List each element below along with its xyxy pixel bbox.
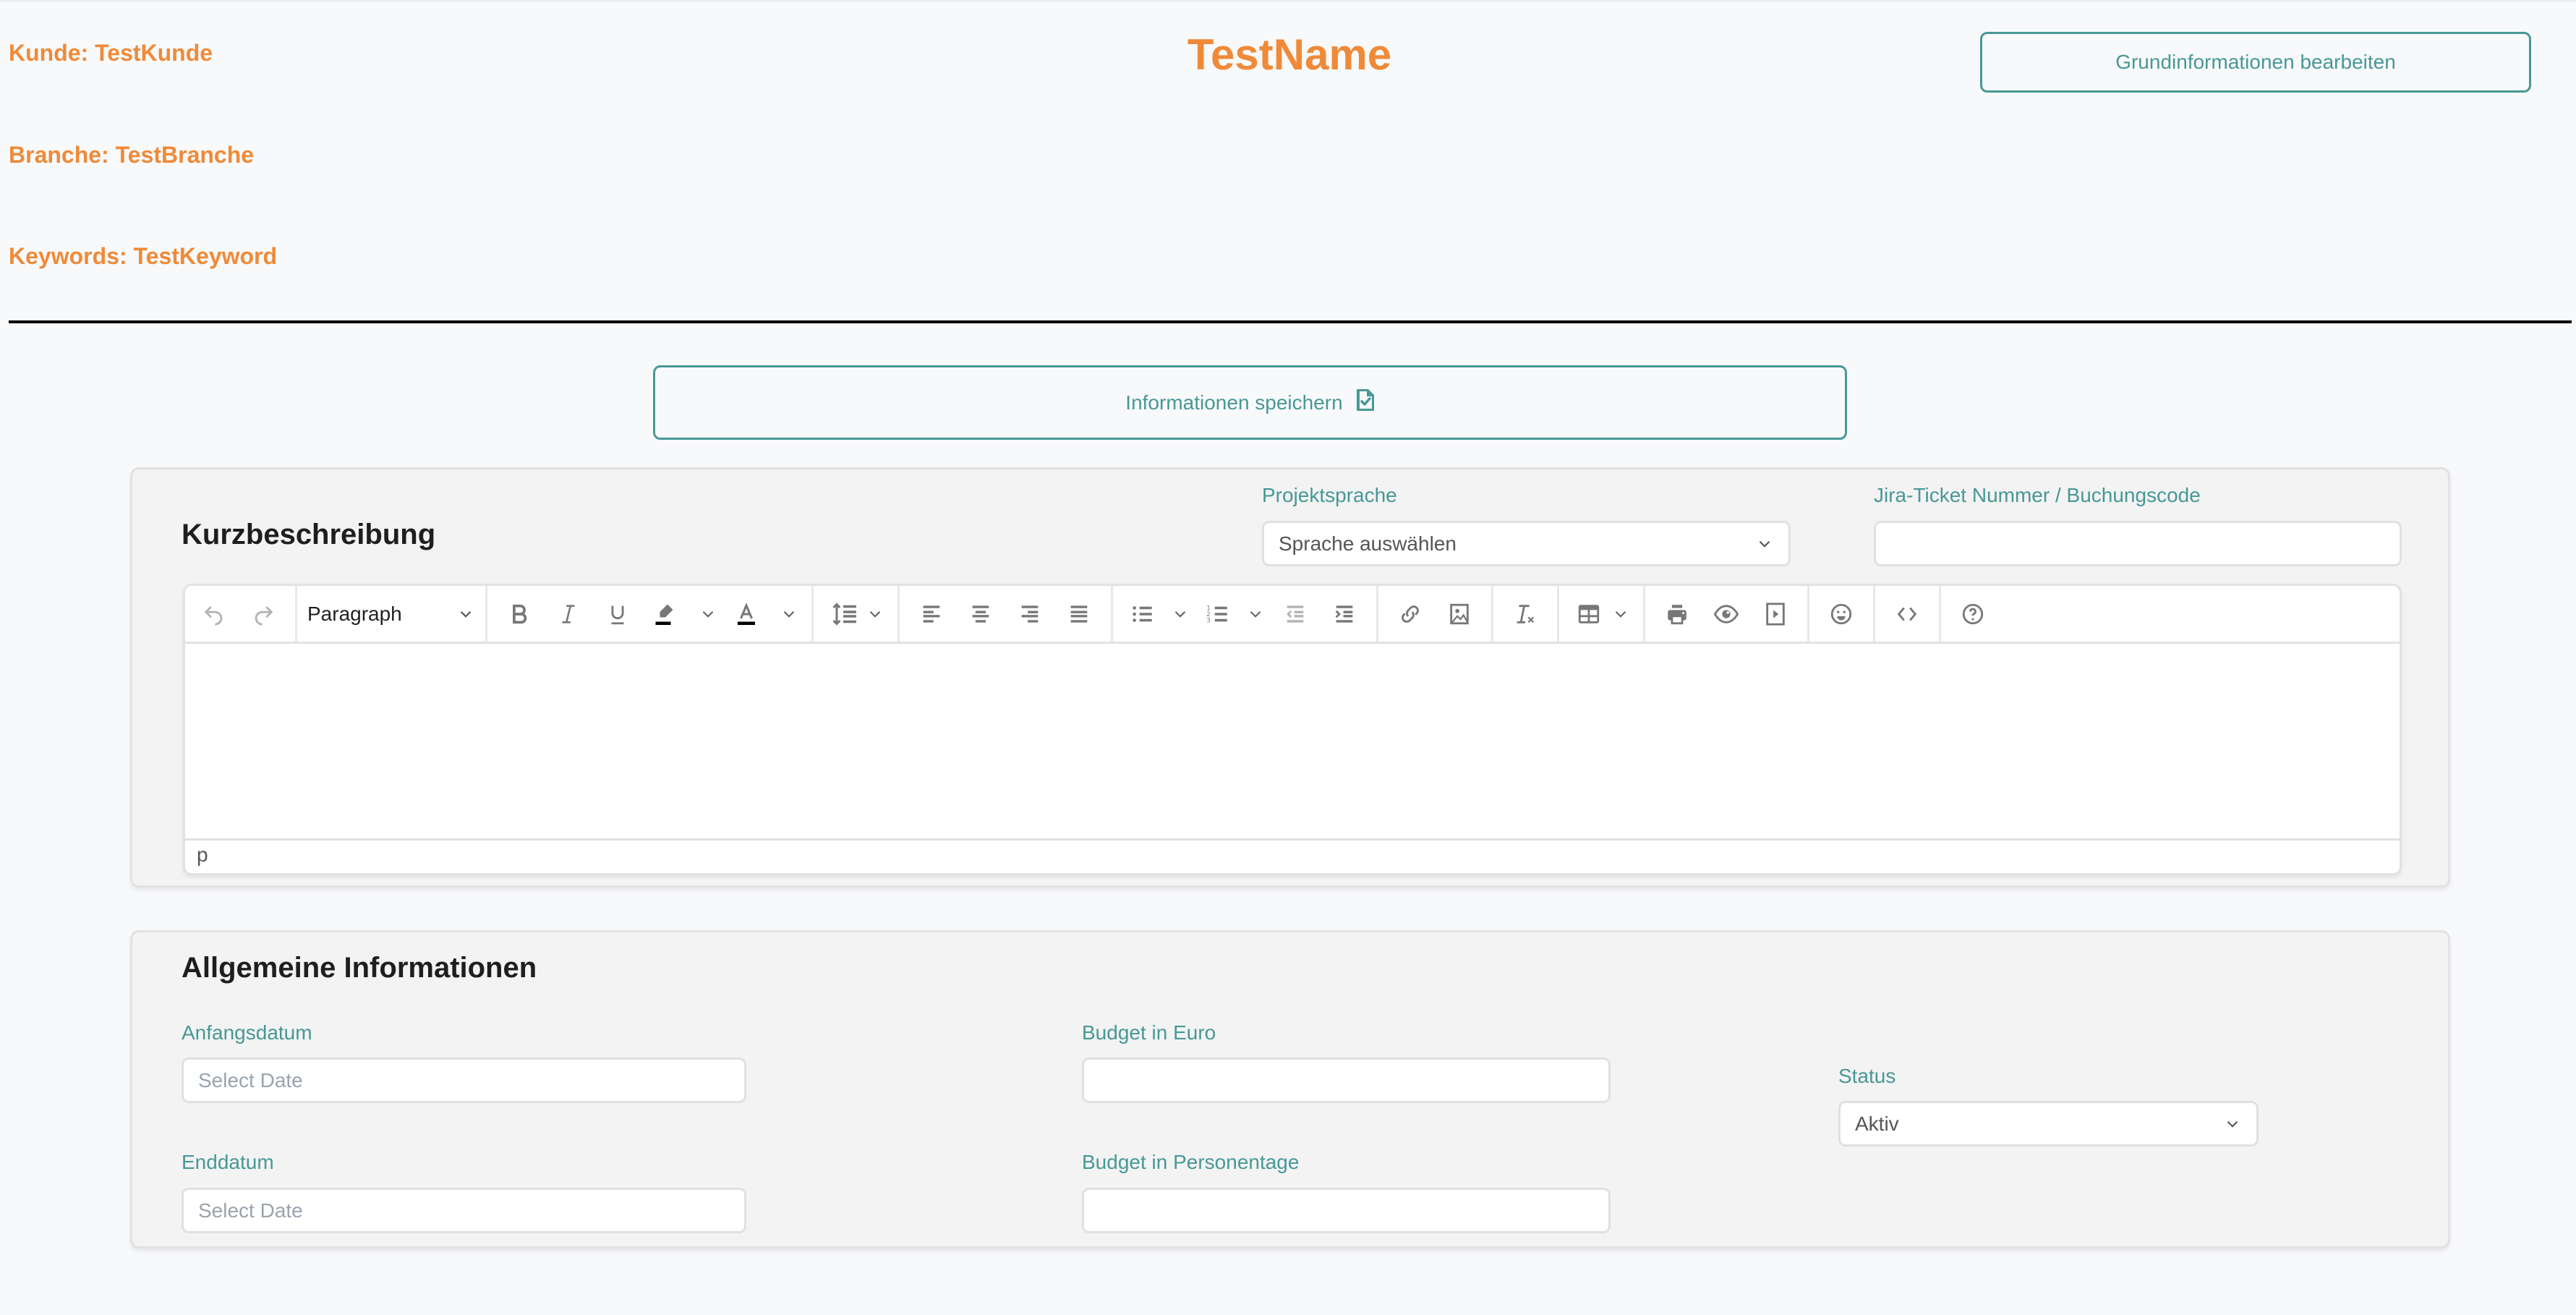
bullet-list-icon bbox=[1133, 605, 1152, 622]
save-info-button[interactable]: Informationen speichern bbox=[653, 365, 1847, 440]
svg-text:3: 3 bbox=[1206, 617, 1210, 624]
indent-icon[interactable] bbox=[1320, 591, 1369, 637]
table-icon bbox=[1578, 604, 1600, 624]
align-justify-icon[interactable] bbox=[1054, 591, 1104, 637]
start-date-label: Anfangsdatum bbox=[182, 1021, 312, 1044]
end-date-input[interactable] bbox=[182, 1188, 746, 1233]
chevron-down-icon bbox=[1615, 610, 1626, 618]
align-center-icon[interactable] bbox=[956, 591, 1005, 637]
chevron-down-icon bbox=[1759, 540, 1770, 548]
short-description-title: Kurzbeschreibung bbox=[182, 519, 436, 550]
budget-euro-input[interactable] bbox=[1082, 1057, 1611, 1103]
undo-icon[interactable] bbox=[189, 591, 239, 637]
end-date-label: Enddatum bbox=[182, 1151, 274, 1173]
link-icon[interactable] bbox=[1386, 591, 1435, 637]
block-format-select[interactable]: Paragraph bbox=[297, 591, 485, 637]
chevron-down-icon bbox=[783, 610, 795, 618]
general-info-card: Allgemeine Informationen Anfangsdatum En… bbox=[130, 930, 2450, 1248]
highlight-color-button[interactable] bbox=[642, 591, 723, 637]
file-check-icon bbox=[1356, 388, 1375, 417]
chevron-down-icon bbox=[1250, 610, 1261, 618]
numbered-list-button[interactable]: 123 bbox=[1195, 591, 1271, 637]
chevron-down-icon bbox=[460, 610, 472, 618]
budget-days-label: Budget in Personentage bbox=[1082, 1151, 1300, 1173]
source-code-icon[interactable] bbox=[1882, 591, 1932, 637]
outdent-icon[interactable] bbox=[1271, 591, 1320, 637]
keywords-label: Keywords: TestKeyword bbox=[9, 243, 278, 269]
save-info-label: Informationen speichern bbox=[1125, 391, 1343, 414]
chevron-down-icon bbox=[2227, 1120, 2238, 1128]
editor-toolbar: Paragraph 1 2 3 bbox=[185, 586, 2400, 644]
status-label: Status bbox=[1838, 1065, 1896, 1087]
bullet-list-button[interactable] bbox=[1120, 591, 1195, 637]
numbered-list-icon: 123 bbox=[1206, 605, 1227, 624]
start-date-input[interactable] bbox=[182, 1057, 746, 1103]
editor-statusbar: p bbox=[185, 838, 2400, 873]
media-icon[interactable] bbox=[1751, 591, 1800, 637]
clear-formatting-icon[interactable] bbox=[1501, 591, 1550, 637]
text-color-icon bbox=[738, 602, 755, 625]
emoji-icon[interactable] bbox=[1817, 591, 1866, 637]
chevron-down-icon bbox=[869, 610, 881, 618]
budget-days-input[interactable] bbox=[1082, 1188, 1611, 1233]
print-icon[interactable] bbox=[1652, 591, 1702, 637]
industry-label: Branche: TestBranche bbox=[9, 142, 255, 168]
project-language-select[interactable]: Sprache auswählen bbox=[1262, 521, 1791, 566]
header-divider bbox=[9, 320, 2572, 323]
italic-icon[interactable] bbox=[544, 591, 593, 637]
element-path[interactable]: p bbox=[197, 843, 208, 866]
highlight-color-icon bbox=[655, 604, 673, 625]
bold-icon[interactable] bbox=[495, 591, 544, 637]
line-height-icon bbox=[832, 602, 856, 626]
general-info-title: Allgemeine Informationen bbox=[182, 952, 537, 984]
block-format-value: Paragraph bbox=[307, 602, 402, 625]
text-color-button[interactable] bbox=[723, 591, 804, 637]
align-left-icon[interactable] bbox=[907, 591, 956, 637]
chevron-down-icon bbox=[1174, 610, 1186, 618]
editor-content-area[interactable] bbox=[185, 644, 2400, 838]
edit-basic-info-button[interactable]: Grundinformationen bearbeiten bbox=[1980, 32, 2531, 93]
line-height-button[interactable] bbox=[821, 591, 890, 637]
chevron-down-icon bbox=[702, 610, 714, 618]
status-value: Aktiv bbox=[1855, 1112, 1899, 1135]
project-language-value: Sprache auswählen bbox=[1279, 532, 1457, 555]
status-select[interactable]: Aktiv bbox=[1838, 1101, 2259, 1146]
edit-basic-info-label: Grundinformationen bearbeiten bbox=[2115, 51, 2396, 73]
project-language-label: Projektsprache bbox=[1262, 484, 1397, 506]
rich-text-editor: Paragraph 1 2 3 p bbox=[183, 584, 2402, 875]
preview-icon[interactable] bbox=[1702, 591, 1751, 637]
image-icon[interactable] bbox=[1435, 591, 1484, 637]
short-description-card: Kurzbeschreibung Projektsprache Sprache … bbox=[130, 467, 2450, 888]
jira-ticket-label: Jira-Ticket Nummer / Buchungscode bbox=[1874, 484, 2201, 506]
jira-ticket-input[interactable] bbox=[1874, 521, 2402, 566]
table-button[interactable] bbox=[1566, 591, 1636, 637]
underline-icon[interactable] bbox=[593, 591, 642, 637]
redo-icon[interactable] bbox=[239, 591, 288, 637]
align-right-icon[interactable] bbox=[1005, 591, 1054, 637]
help-icon[interactable] bbox=[1948, 591, 1997, 637]
budget-euro-label: Budget in Euro bbox=[1082, 1021, 1216, 1044]
